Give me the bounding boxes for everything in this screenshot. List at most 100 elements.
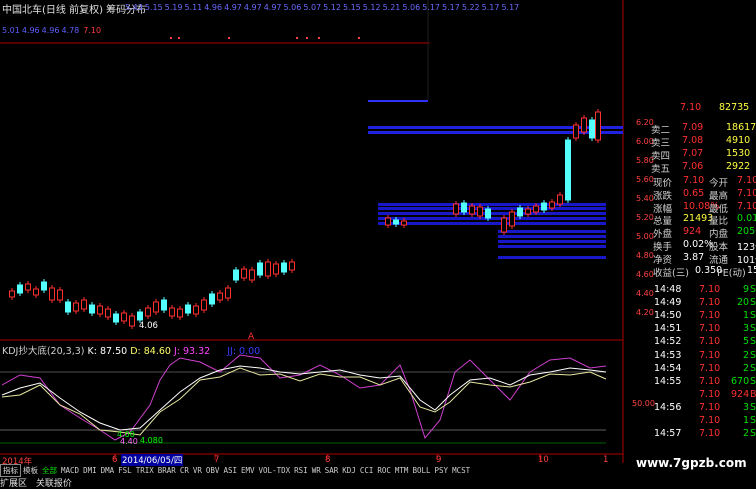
indicator-tab[interactable]: BRAR: [156, 466, 178, 475]
indicator-tab[interactable]: RSI: [292, 466, 310, 475]
indicator-tab[interactable]: WR: [310, 466, 323, 475]
tick-side: S: [750, 336, 756, 348]
price-cell: 4.97: [224, 3, 242, 12]
candlesticks: [9, 109, 601, 329]
tick-price: 7.10: [699, 362, 721, 374]
indicator-tab[interactable]: DMA: [99, 466, 117, 475]
price-cell: 5.22: [461, 3, 480, 12]
price-row-1: 5.43 5.15 5.19 5.11 4.96 4.97 4.97 4.97 5.06 5.07…: [125, 3, 521, 12]
tick-time: 14:50: [654, 310, 682, 322]
indicator-tab[interactable]: ASI: [221, 466, 239, 475]
tick-row[interactable]: 7.10 924 B: [623, 389, 756, 401]
indicator-tab[interactable]: 模板: [21, 465, 40, 476]
indicator-tab[interactable]: 全部: [40, 465, 59, 476]
sell-volume: 1530: [726, 148, 751, 159]
stat-row: 涨跌 0.65 最高 7.10: [623, 187, 756, 202]
indicator-tab-bar: 指标 模板 全部 MACD DMI DMA FSL TRIX BRAR CR VR OBV ASI EMV…: [0, 464, 472, 477]
sell-row[interactable]: 卖三 7.08 4910: [623, 135, 756, 149]
tick-side: S: [750, 401, 756, 413]
tick-price: 7.10: [699, 297, 721, 309]
price-row-2: 5.01 4.96 4.96 4.78 7.10: [2, 26, 103, 35]
tick-time: 14:52: [654, 336, 682, 348]
stat-row: 总量 21493 量比 0.01: [623, 213, 756, 227]
tick-row[interactable]: 14:53 7.10 2 S: [623, 350, 756, 362]
related-quote-tab[interactable]: 关联报价: [36, 479, 72, 489]
sell-row-partial[interactable]: 7.10 82735: [623, 102, 756, 120]
sell-price: 7.09: [682, 122, 704, 133]
tick-row[interactable]: 14:57 7.10 2 S: [623, 428, 756, 440]
tick-side: S: [750, 415, 756, 426]
tick-row[interactable]: 14:56 7.10 3 S: [623, 402, 756, 414]
tick-row[interactable]: 14:52 7.10 5 S: [623, 336, 756, 348]
tick-side: B: [750, 388, 756, 400]
kdj-indicator-label[interactable]: KDJ抄大底(20,3,3) K: 87.50 D: 84.60 J: 93.3…: [2, 343, 260, 357]
tick-volume: 3: [743, 323, 750, 335]
stat-value: 7.10: [737, 175, 756, 186]
indicator-tab[interactable]: CR: [178, 466, 191, 475]
stat-label: PE(动): [717, 267, 746, 279]
bottom-bar: 扩展区 关联报价: [0, 476, 78, 489]
tick-row[interactable]: 14:54 7.10 2 S: [623, 363, 756, 375]
indicator-tab[interactable]: MTM: [393, 466, 411, 475]
indicator-tab[interactable]: DMI: [81, 466, 99, 475]
cluster-label-2: 4.40: [120, 437, 138, 446]
low-price-label: 4.06: [139, 321, 158, 331]
stat-row: 净资3.87流通101亿: [623, 251, 756, 266]
sell-row[interactable]: 卖二 7.09 18617: [623, 122, 756, 136]
x-label: 1: [603, 455, 609, 465]
indicator-tab[interactable]: PSY: [433, 466, 451, 475]
tick-row[interactable]: 14:51 7.10 3 S: [623, 323, 756, 335]
indicator-tab[interactable]: SAR: [323, 466, 341, 475]
stat-value: 15.2: [747, 264, 756, 276]
tick-volume: 1: [743, 415, 750, 426]
tick-price: 7.10: [699, 428, 721, 440]
price-cell: 4.97: [243, 3, 262, 12]
sell-row[interactable]: 卖五 7.06 2922: [623, 161, 756, 175]
indicator-tab[interactable]: FSL: [116, 466, 134, 475]
tick-volume: 5: [743, 336, 750, 348]
tick-volume: 9: [743, 284, 750, 295]
indicator-tab[interactable]: MCST: [450, 466, 472, 475]
tick-side: S: [750, 310, 756, 322]
expand-area-tab[interactable]: 扩展区: [0, 479, 27, 489]
tick-time: 14:48: [654, 284, 682, 295]
tick-row[interactable]: 7.10 1 S: [623, 415, 756, 427]
chart-window: A 中国北车(日线 前复权) 筹码分布 5.43 5.15 5.19 5.11 4.96…: [0, 0, 756, 489]
tick-side: S: [750, 323, 756, 335]
indicator-tab[interactable]: VR: [191, 466, 204, 475]
kdj-k-line: [1, 365, 607, 431]
sell-label: 卖三: [651, 138, 671, 149]
indicator-tab[interactable]: EMV: [239, 466, 257, 475]
price-cell: 5.11: [184, 3, 203, 12]
indicator-tab[interactable]: CCI: [358, 466, 376, 475]
price-cell: 5.43: [125, 3, 143, 12]
indicator-tab[interactable]: ROC: [375, 466, 393, 475]
tick-price: 7.10: [699, 415, 721, 426]
price-cell: 4.96: [204, 3, 223, 12]
sell-label: 卖四: [651, 151, 671, 162]
stat-value: 7.10: [737, 200, 756, 212]
stat-value: 7.10: [737, 187, 756, 199]
tick-row[interactable]: 14:50 7.10 1 S: [623, 310, 756, 322]
indicator-tab[interactable]: BOLL: [410, 466, 432, 475]
tick-price: 7.10: [699, 310, 721, 322]
indicator-tab[interactable]: MACD: [59, 466, 81, 475]
tick-time: 14:49: [654, 297, 682, 309]
tick-volume: 670: [731, 375, 750, 387]
cluster-label-3: 4.080: [140, 436, 163, 445]
sell-row[interactable]: 卖四 7.07 1530: [623, 148, 756, 162]
tick-side: S: [750, 428, 756, 440]
stat-value: 20569: [737, 226, 756, 238]
tick-time: 14:53: [654, 349, 682, 361]
tick-row[interactable]: 14:48 7.10 9 S: [623, 284, 756, 296]
stat-value: 3.87: [683, 251, 705, 263]
tick-row[interactable]: 14:55 7.10 670 S: [623, 376, 756, 388]
tick-side: S: [750, 375, 756, 387]
price-cell: 4.96: [41, 26, 60, 35]
tick-row[interactable]: 14:49 7.10 20 S: [623, 297, 756, 309]
indicator-tab[interactable]: TRIX: [134, 466, 156, 475]
indicator-tab[interactable]: VOL-TDX: [257, 466, 293, 475]
indicator-tab[interactable]: KDJ: [340, 466, 358, 475]
tick-time: 14:56: [654, 401, 682, 413]
indicator-tab[interactable]: OBV: [204, 466, 222, 475]
